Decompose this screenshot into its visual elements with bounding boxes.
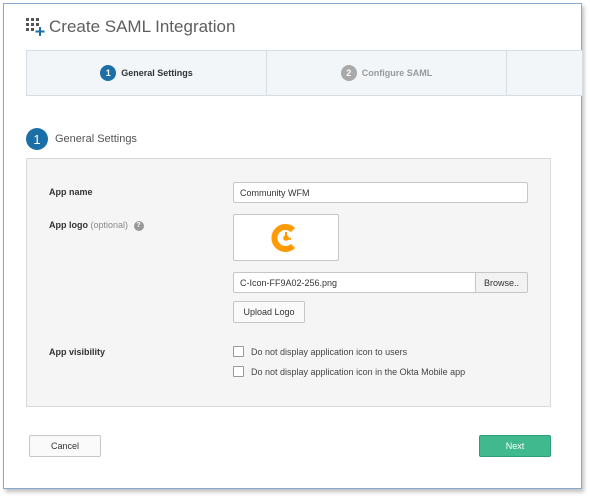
step-number: 1: [100, 65, 117, 81]
section-number: 1: [26, 128, 48, 150]
add-app-grid-icon: [26, 18, 45, 36]
cancel-button[interactable]: Cancel: [29, 435, 101, 457]
section-title: General Settings: [55, 133, 137, 145]
optional-label: (optional): [90, 220, 129, 230]
checkbox-label: Do not display application icon to users: [251, 346, 408, 357]
window-frame: Create SAML Integration 1 General Settin…: [3, 3, 583, 489]
step-label: Configure SAML: [361, 68, 433, 78]
app-logo-label: App logo (optional) ?: [49, 220, 144, 231]
section-header: 1 General Settings: [26, 128, 137, 150]
step-label: General Settings: [121, 68, 193, 78]
settings-panel: App name Community WFM App logo (optiona…: [26, 158, 551, 407]
page-title: Create SAML Integration: [49, 17, 236, 36]
step-general-settings[interactable]: 1 General Settings: [27, 51, 267, 95]
app-name-label: App name: [49, 187, 93, 197]
app-visibility-label: App visibility: [49, 347, 105, 357]
visibility-option-users[interactable]: Do not display application icon to users: [233, 346, 407, 357]
help-icon[interactable]: ?: [133, 220, 144, 231]
app-logo-label-text: App logo: [49, 220, 88, 230]
next-button[interactable]: Next: [479, 435, 551, 457]
step-configure-saml[interactable]: 2 Configure SAML: [267, 51, 507, 95]
checkbox-label: Do not display application icon in the O…: [251, 366, 466, 377]
app-name-input[interactable]: Community WFM: [233, 182, 528, 203]
app-logo-preview: [233, 214, 339, 261]
app-visibility-label-text: App visibility: [49, 347, 106, 357]
browse-button[interactable]: Browse..: [475, 272, 528, 293]
step-number: 2: [340, 65, 357, 81]
page-header: Create SAML Integration: [25, 17, 235, 37]
wizard-stepper: 1 General Settings 2 Configure SAML: [26, 50, 583, 96]
file-name-field[interactable]: C-Icon-FF9A02-256.png: [233, 272, 475, 293]
visibility-option-mobile[interactable]: Do not display application icon in the O…: [233, 366, 465, 377]
checkbox[interactable]: [233, 346, 244, 357]
upload-logo-button[interactable]: Upload Logo: [233, 301, 305, 323]
step-third: [507, 51, 582, 95]
checkbox[interactable]: [233, 366, 244, 377]
c-logo-icon: [271, 223, 296, 252]
file-picker: C-Icon-FF9A02-256.png Browse..: [233, 272, 528, 293]
app-name-label-text: App name: [49, 187, 93, 197]
